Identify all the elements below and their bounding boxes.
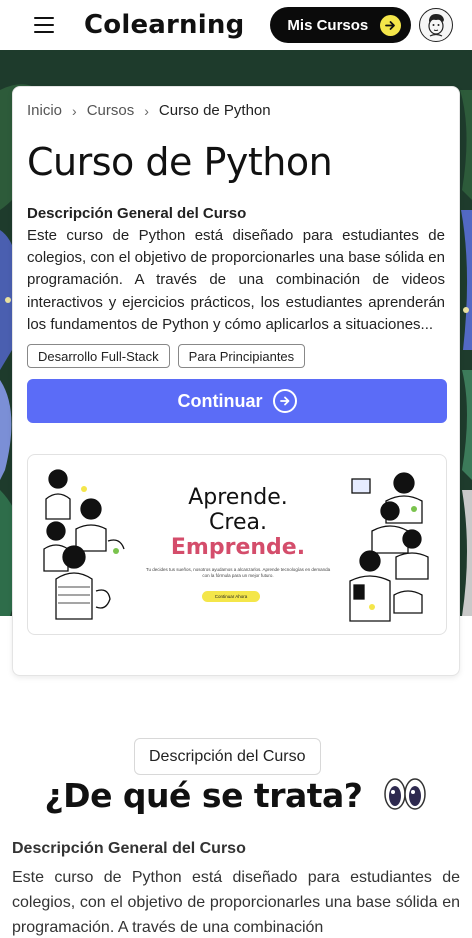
section-title-text: ¿De qué se trata?: [44, 776, 363, 815]
tag-beginners[interactable]: Para Principiantes: [177, 344, 306, 369]
tag-list: Desarrollo Full-Stack Para Principiantes: [27, 344, 445, 369]
chevron-right-icon: ›: [72, 102, 77, 119]
my-courses-button[interactable]: Mis Cursos: [270, 7, 412, 43]
breadcrumb: Inicio › Cursos › Curso de Python: [27, 102, 445, 119]
continue-label: Continuar: [177, 390, 263, 411]
avatar-icon: [428, 14, 445, 37]
avatar[interactable]: [419, 8, 454, 42]
banner-line-2: Crea.: [209, 510, 267, 536]
breadcrumb-current: Curso de Python: [158, 102, 271, 119]
description-text: Este curso de Python está diseñado para …: [27, 227, 445, 333]
people-illustration-left: [43, 469, 125, 620]
menu-icon[interactable]: [34, 17, 54, 33]
top-header: Colearning Mis Cursos: [0, 0, 472, 50]
section-badge: Descripción del Curso: [134, 738, 321, 775]
arrow-right-icon: [380, 14, 402, 36]
banner-button[interactable]: Continuar Ahora: [202, 591, 260, 603]
breadcrumb-home[interactable]: Inicio: [27, 102, 62, 119]
eyes-icon: [383, 777, 427, 819]
promo-banner[interactable]: Aprende. Crea. Emprende. Tu decides tus …: [27, 454, 447, 636]
my-courses-label: Mis Cursos: [287, 16, 369, 34]
description-heading: Descripción General del Curso: [27, 205, 247, 222]
banner-subtitle: Tu decides tus sueños, nosotros ayudamos…: [145, 567, 331, 579]
section-title: ¿De qué se trata?: [0, 776, 472, 819]
people-illustration-right: [349, 472, 429, 622]
course-title: Curso de Python: [27, 140, 333, 184]
breadcrumb-courses[interactable]: Cursos: [87, 102, 135, 119]
section-description-text: Este curso de Python está diseñado para …: [12, 869, 460, 936]
continue-button[interactable]: Continuar: [27, 379, 447, 424]
banner-line-3: Emprende.: [170, 535, 306, 561]
brand-logo[interactable]: Colearning: [84, 10, 244, 40]
section-description-heading: Descripción General del Curso: [12, 840, 246, 857]
arrow-right-icon: [272, 389, 297, 414]
course-card: Inicio › Cursos › Curso de Python Curso …: [12, 86, 460, 676]
banner-line-1: Aprende.: [188, 485, 288, 511]
tag-fullstack[interactable]: Desarrollo Full-Stack: [27, 344, 170, 369]
chevron-right-icon: ›: [144, 102, 149, 119]
